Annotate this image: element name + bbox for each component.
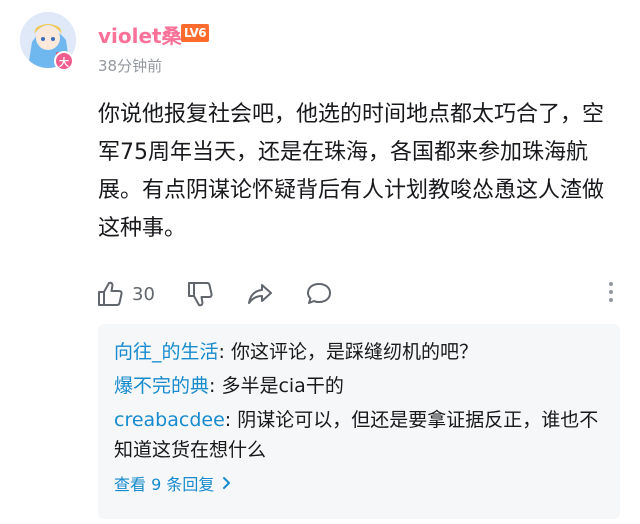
reply-item[interactable]: creabacdee: 阴谋论可以，但还是要拿证据反正，谁也不知道这货在想什么 <box>114 405 604 465</box>
comment-text: 你说他报复社会吧，他选的时间地点都太巧合了，空军75周年当天，还是在珠海，各国都… <box>98 102 605 241</box>
username[interactable]: violet桑 <box>98 20 182 49</box>
reply-button[interactable] <box>305 280 333 308</box>
like-count: 30 <box>132 283 155 305</box>
thumbs-down-icon <box>188 282 213 307</box>
share-icon <box>248 284 272 304</box>
view-more-replies-link[interactable]: 查看 9 条回复 <box>114 471 604 495</box>
reply-author[interactable]: 向往_的生活 <box>114 341 219 363</box>
reply-author[interactable]: creabacdee <box>114 409 225 431</box>
reply-preview-box: 向往_的生活: 你这评论，是踩缝纫机的吧？ 爆不完的典: 多半是cia干的 cr… <box>98 324 620 519</box>
reply-text: : 你这评论，是踩缝纫机的吧？ <box>218 341 478 363</box>
reply-item[interactable]: 爆不完的典: 多半是cia干的 <box>114 371 604 401</box>
avatar-vip-badge: 大 <box>54 51 74 71</box>
more-vertical-icon[interactable] <box>608 282 614 306</box>
like-button[interactable]: 30 <box>96 280 155 308</box>
level-badge: LV6 <box>181 24 210 42</box>
comment-bubble-icon <box>307 283 331 304</box>
reply-item[interactable]: 向往_的生活: 你这评论，是踩缝纫机的吧？ <box>114 337 604 367</box>
share-button[interactable] <box>246 280 274 308</box>
chevron-right-icon <box>223 477 231 489</box>
comment-action-bar: 30 <box>96 280 620 308</box>
dislike-button[interactable] <box>186 280 214 308</box>
view-more-label: 查看 9 条回复 <box>114 475 215 494</box>
comment-time: 38分钟前 <box>98 57 163 75</box>
thumbs-up-icon <box>98 281 123 306</box>
reply-text: : 多半是cia干的 <box>209 375 344 397</box>
reply-author[interactable]: 爆不完的典 <box>114 375 209 397</box>
